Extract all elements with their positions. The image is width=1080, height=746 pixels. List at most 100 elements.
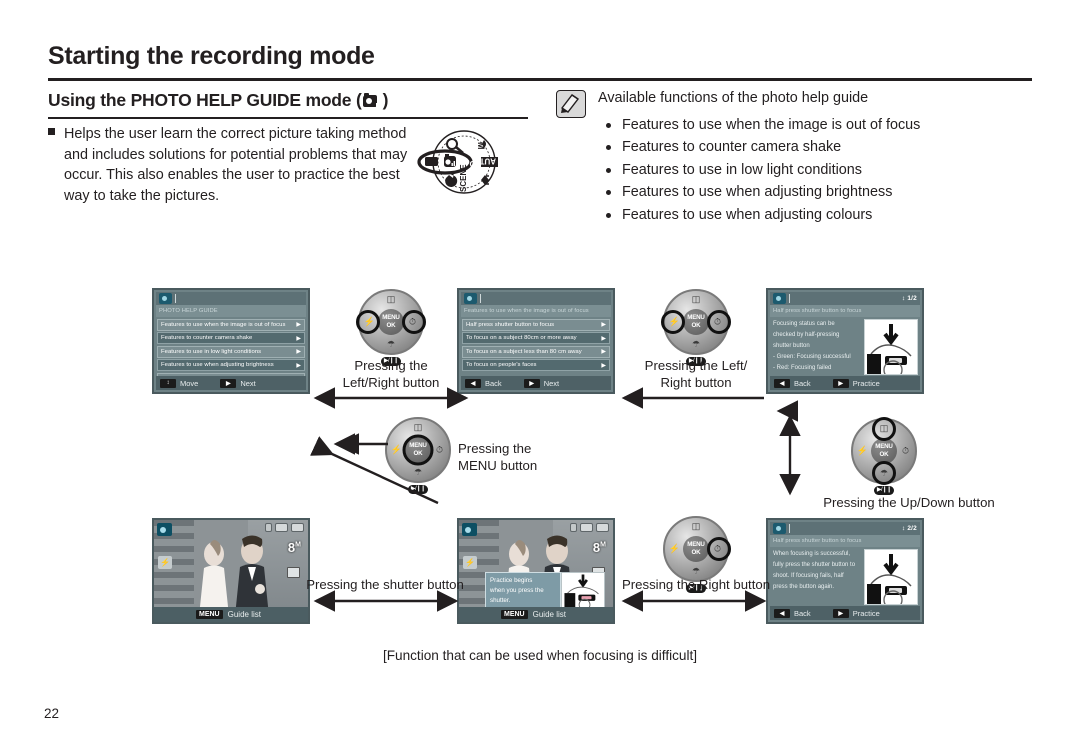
timer-button-icon[interactable]: ⏱ — [897, 444, 914, 459]
flash-button-icon[interactable]: ⚡ — [854, 444, 871, 459]
list-item-label: To focus on a subject 80cm or more away — [466, 335, 577, 341]
timer-button-icon[interactable]: ⏱ — [709, 542, 726, 557]
list-item-label: Features to use when the image is out of… — [161, 321, 286, 328]
dial-label-scene: SCENE — [459, 164, 468, 192]
right-key-icon[interactable]: ▶ — [220, 378, 237, 388]
figure-caption: [Function that can be used when focusing… — [382, 648, 698, 663]
list-item[interactable]: Features to counter camera shake ▶ — [157, 332, 305, 344]
screen-footer: ◀ Back ▶ Practice — [770, 376, 920, 390]
right-key-icon[interactable]: ▶ — [832, 378, 849, 388]
detail-line: checked by half-pressing — [773, 332, 840, 338]
pad-right[interactable]: ◫ ☂ ⚡ ⏱ MENU OK ▶/❙❙ — [663, 516, 731, 593]
flash-button-icon[interactable]: ⚡ — [361, 315, 378, 330]
footer-right-label: Practice — [852, 378, 880, 388]
menu-ok-button[interactable]: MENU OK — [871, 438, 897, 464]
flash-button-icon[interactable]: ⚡ — [666, 542, 683, 557]
flash-button-icon[interactable]: ⚡ — [666, 315, 683, 330]
chevron-right-icon: ▶ — [296, 349, 301, 355]
display-button-icon[interactable]: ◫ — [688, 292, 705, 307]
timer-button-icon[interactable]: ⏱ — [709, 315, 726, 330]
left-key-icon[interactable]: ◀ — [774, 608, 790, 618]
macro-button-icon[interactable]: ☂ — [688, 337, 705, 352]
detail-line: shutter button — [773, 343, 810, 349]
shutter-press-illustration — [864, 549, 918, 605]
footer-right-label: Practice — [852, 608, 880, 618]
display-button-icon[interactable]: ◫ — [383, 292, 400, 307]
list-item-label: Features to use when adjusting brightnes… — [161, 362, 274, 368]
ok-label: OK — [691, 548, 701, 556]
pad-left-right[interactable]: ◫ ☂ ⚡ ⏱ MENU OK ▶/❙❙ — [356, 289, 426, 366]
pad-up-down[interactable]: ◫ ☂ ⚡ ⏱ MENU OK ▶/❙❙ — [851, 417, 917, 495]
photo-help-mode-icon — [159, 293, 172, 304]
menu-key-icon[interactable]: MENU — [501, 610, 528, 619]
display-button-icon[interactable]: ◫ — [688, 519, 705, 534]
photo-help-mode-icon — [157, 523, 172, 536]
menu-ok-button[interactable]: MENU OK — [378, 309, 404, 335]
practice-popup: Practice begins when you press the shutt… — [485, 572, 561, 608]
list-item[interactable]: Half press shutter button to focus ▶ — [462, 318, 610, 331]
photo-help-guide-list-screen[interactable]: PHOTO HELP GUIDE Features to use when th… — [152, 288, 310, 394]
timer-button-icon[interactable]: ⏱ — [404, 315, 421, 330]
arrow-left-right-shutter — [313, 590, 459, 612]
screen-header: Half press shutter button to focus — [770, 535, 920, 547]
list-item[interactable]: To focus on a subject 80cm or more away … — [462, 332, 610, 344]
photo-help-mode-icon — [773, 523, 786, 534]
popup-line: shutter. — [490, 597, 511, 604]
list-item[interactable]: Features to use in low light conditions … — [157, 345, 305, 358]
left-key-icon[interactable]: ◀ — [465, 378, 481, 388]
ok-label: OK — [879, 450, 889, 458]
right-key-icon[interactable]: ▶ — [523, 378, 540, 388]
chevron-right-icon: ▶ — [296, 335, 301, 342]
list-item-label: To focus on a subject less than 80 cm aw… — [466, 348, 582, 355]
menu-ok-button[interactable]: MENU OK — [683, 309, 709, 335]
footer-left-label: Back — [794, 608, 811, 618]
menu-key-icon[interactable]: MENU — [196, 610, 223, 619]
note-item: Features to use in low light conditions — [600, 159, 1040, 181]
live-view-screen[interactable]: 8M ⚡ MENU Guide list — [152, 518, 310, 624]
macro-button-icon[interactable]: ☂ — [876, 466, 893, 481]
guide-option-list: Features to use when the image is out of… — [156, 318, 306, 385]
right-key-icon[interactable]: ▶ — [832, 608, 849, 618]
up-down-key-icon[interactable]: ↕ — [160, 378, 176, 388]
screen-footer: ◀ Back ▶ Next — [461, 376, 611, 390]
list-item[interactable]: To focus on people's faces ▶ — [462, 359, 610, 371]
detail-line: - Green: Focusing successful — [773, 354, 851, 360]
focus-detail-screen-page-1[interactable]: ↕ 1/2 Half press shutter button to focus… — [766, 288, 924, 394]
chevron-right-icon: ▶ — [601, 322, 606, 328]
intro-paragraph: Helps the user learn the correct picture… — [48, 124, 418, 206]
popup-line: when you press the — [490, 587, 544, 594]
out-of-focus-options-screen[interactable]: Features to use when the image is out of… — [457, 288, 615, 394]
left-key-icon[interactable]: ◀ — [774, 378, 790, 388]
display-button-icon[interactable]: ◫ — [410, 420, 427, 435]
list-item-label: Half press shutter button to focus — [466, 321, 555, 328]
menu-ok-button[interactable]: MENU OK — [683, 536, 709, 562]
arrow-left-right-1 — [313, 387, 469, 409]
intro-text: Helps the user learn the correct picture… — [64, 126, 408, 204]
lock-icon — [570, 523, 577, 532]
shutter-caption: Pressing the shutter button — [306, 577, 464, 592]
display-button-icon[interactable]: ◫ — [876, 421, 893, 436]
footer-right-label: Next — [240, 378, 256, 388]
manual-page: Starting the recording mode Using the PH… — [0, 0, 1080, 746]
caption-line: Left/Right button — [342, 375, 440, 390]
caption-line: Pressing the Left/ — [644, 358, 748, 373]
ok-label: OK — [386, 321, 396, 329]
section-title-prefix: Using the PHOTO HELP GUIDE mode ( — [48, 90, 362, 110]
arrow-left-2 — [621, 387, 764, 409]
list-item[interactable]: Features to use when adjusting brightnes… — [157, 359, 305, 371]
chevron-right-icon: ▶ — [601, 349, 606, 355]
flash-icon: ⚡ — [463, 556, 477, 569]
focus-detail-screen-page-2[interactable]: ↕ 2/2 Half press shutter button to focus… — [766, 518, 924, 624]
detail-line: press the button again. — [773, 584, 835, 590]
photo-help-mode-icon — [773, 293, 786, 304]
list-item[interactable]: To focus on a subject less than 80 cm aw… — [462, 345, 610, 358]
screen-status-bar — [461, 292, 611, 305]
live-view-practice-screen[interactable]: 8M ⚡ Practice begins when you press the … — [457, 518, 615, 624]
pad-left-right-2[interactable]: ◫ ☂ ⚡ ⏱ MENU OK ▶/❙❙ — [661, 289, 731, 366]
chevron-right-icon: ▶ — [296, 362, 301, 369]
macro-button-icon[interactable]: ☂ — [383, 337, 400, 352]
list-item[interactable]: Features to use when the image is out of… — [157, 318, 305, 331]
screen-header: Half press shutter button to focus — [770, 305, 920, 317]
detail-body: Focusing status can be checked by half-p… — [770, 319, 920, 375]
menu-label: MENU — [875, 443, 893, 450]
